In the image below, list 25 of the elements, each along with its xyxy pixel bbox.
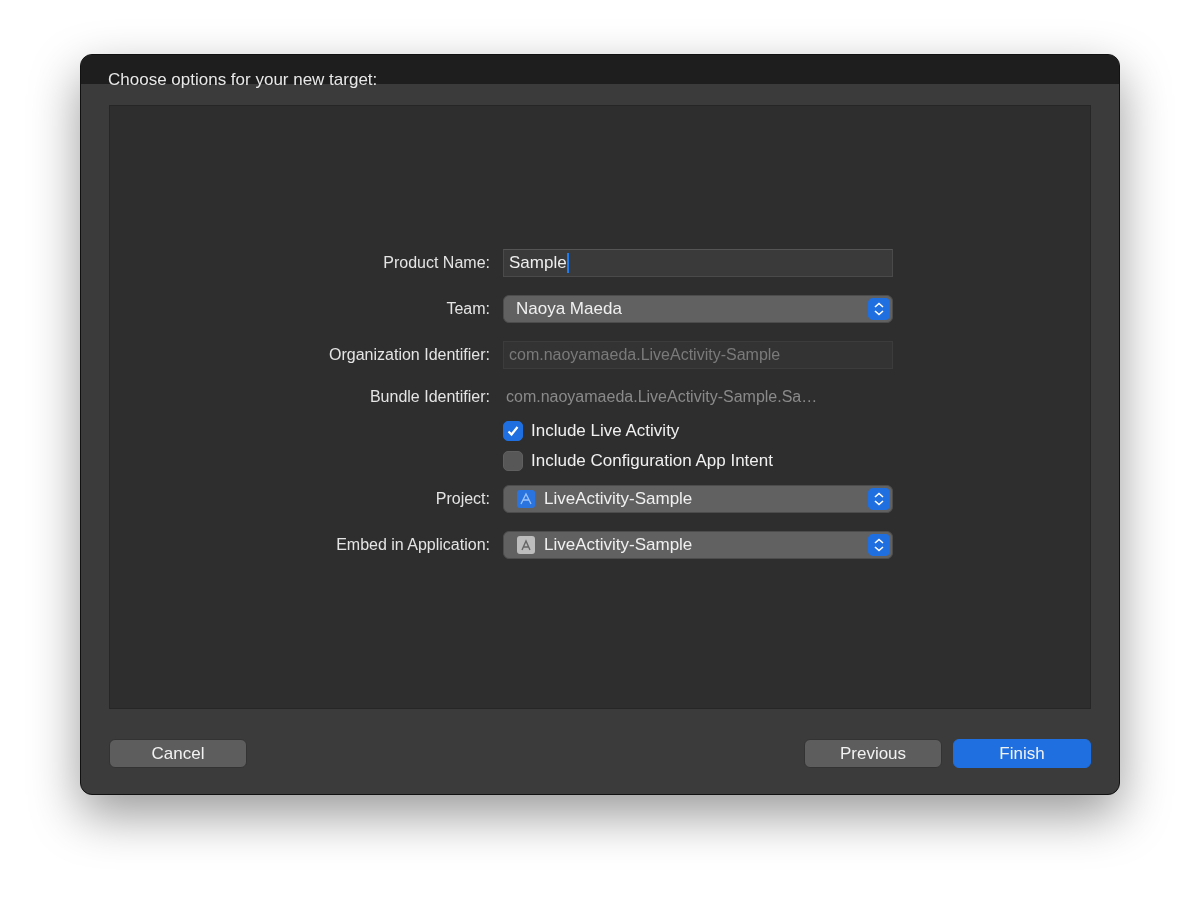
field-label: Bundle Identifier: xyxy=(369,388,490,406)
field-label: Product Name: xyxy=(383,254,490,272)
dialog-button[interactable]: Cancel xyxy=(109,739,247,768)
dialog-button[interactable]: Previous xyxy=(804,739,942,768)
popup-button[interactable]: LiveActivity-Sample xyxy=(503,485,893,513)
text-field[interactable]: Sample xyxy=(503,249,893,277)
blueprint-icon xyxy=(516,489,536,509)
checkbox[interactable] xyxy=(503,451,523,471)
popup-button[interactable]: Naoya Maeda xyxy=(503,295,893,323)
chevron-updown-icon xyxy=(868,488,890,510)
field-label: Project: xyxy=(435,490,490,508)
chevron-updown-icon xyxy=(868,298,890,320)
checkbox-label[interactable]: Include Configuration App Intent xyxy=(531,451,773,471)
field-label: Embed in Application: xyxy=(336,536,490,554)
field-label: Organization Identifier: xyxy=(329,346,490,364)
checkbox-label[interactable]: Include Live Activity xyxy=(531,421,680,441)
checkbox[interactable] xyxy=(503,421,523,441)
popup-button[interactable]: LiveActivity-Sample xyxy=(503,531,893,559)
app-icon xyxy=(516,535,536,555)
chevron-updown-icon xyxy=(868,534,890,556)
bundle-identifier-text: com.naoyamaeda.LiveActivity-Sample.Sa… xyxy=(505,388,819,406)
checkmark-icon xyxy=(506,424,520,438)
dialog-title: Choose options for your new target: xyxy=(108,70,378,89)
dialog-button[interactable]: Finish xyxy=(953,739,1091,768)
field-label: Team: xyxy=(446,300,490,318)
